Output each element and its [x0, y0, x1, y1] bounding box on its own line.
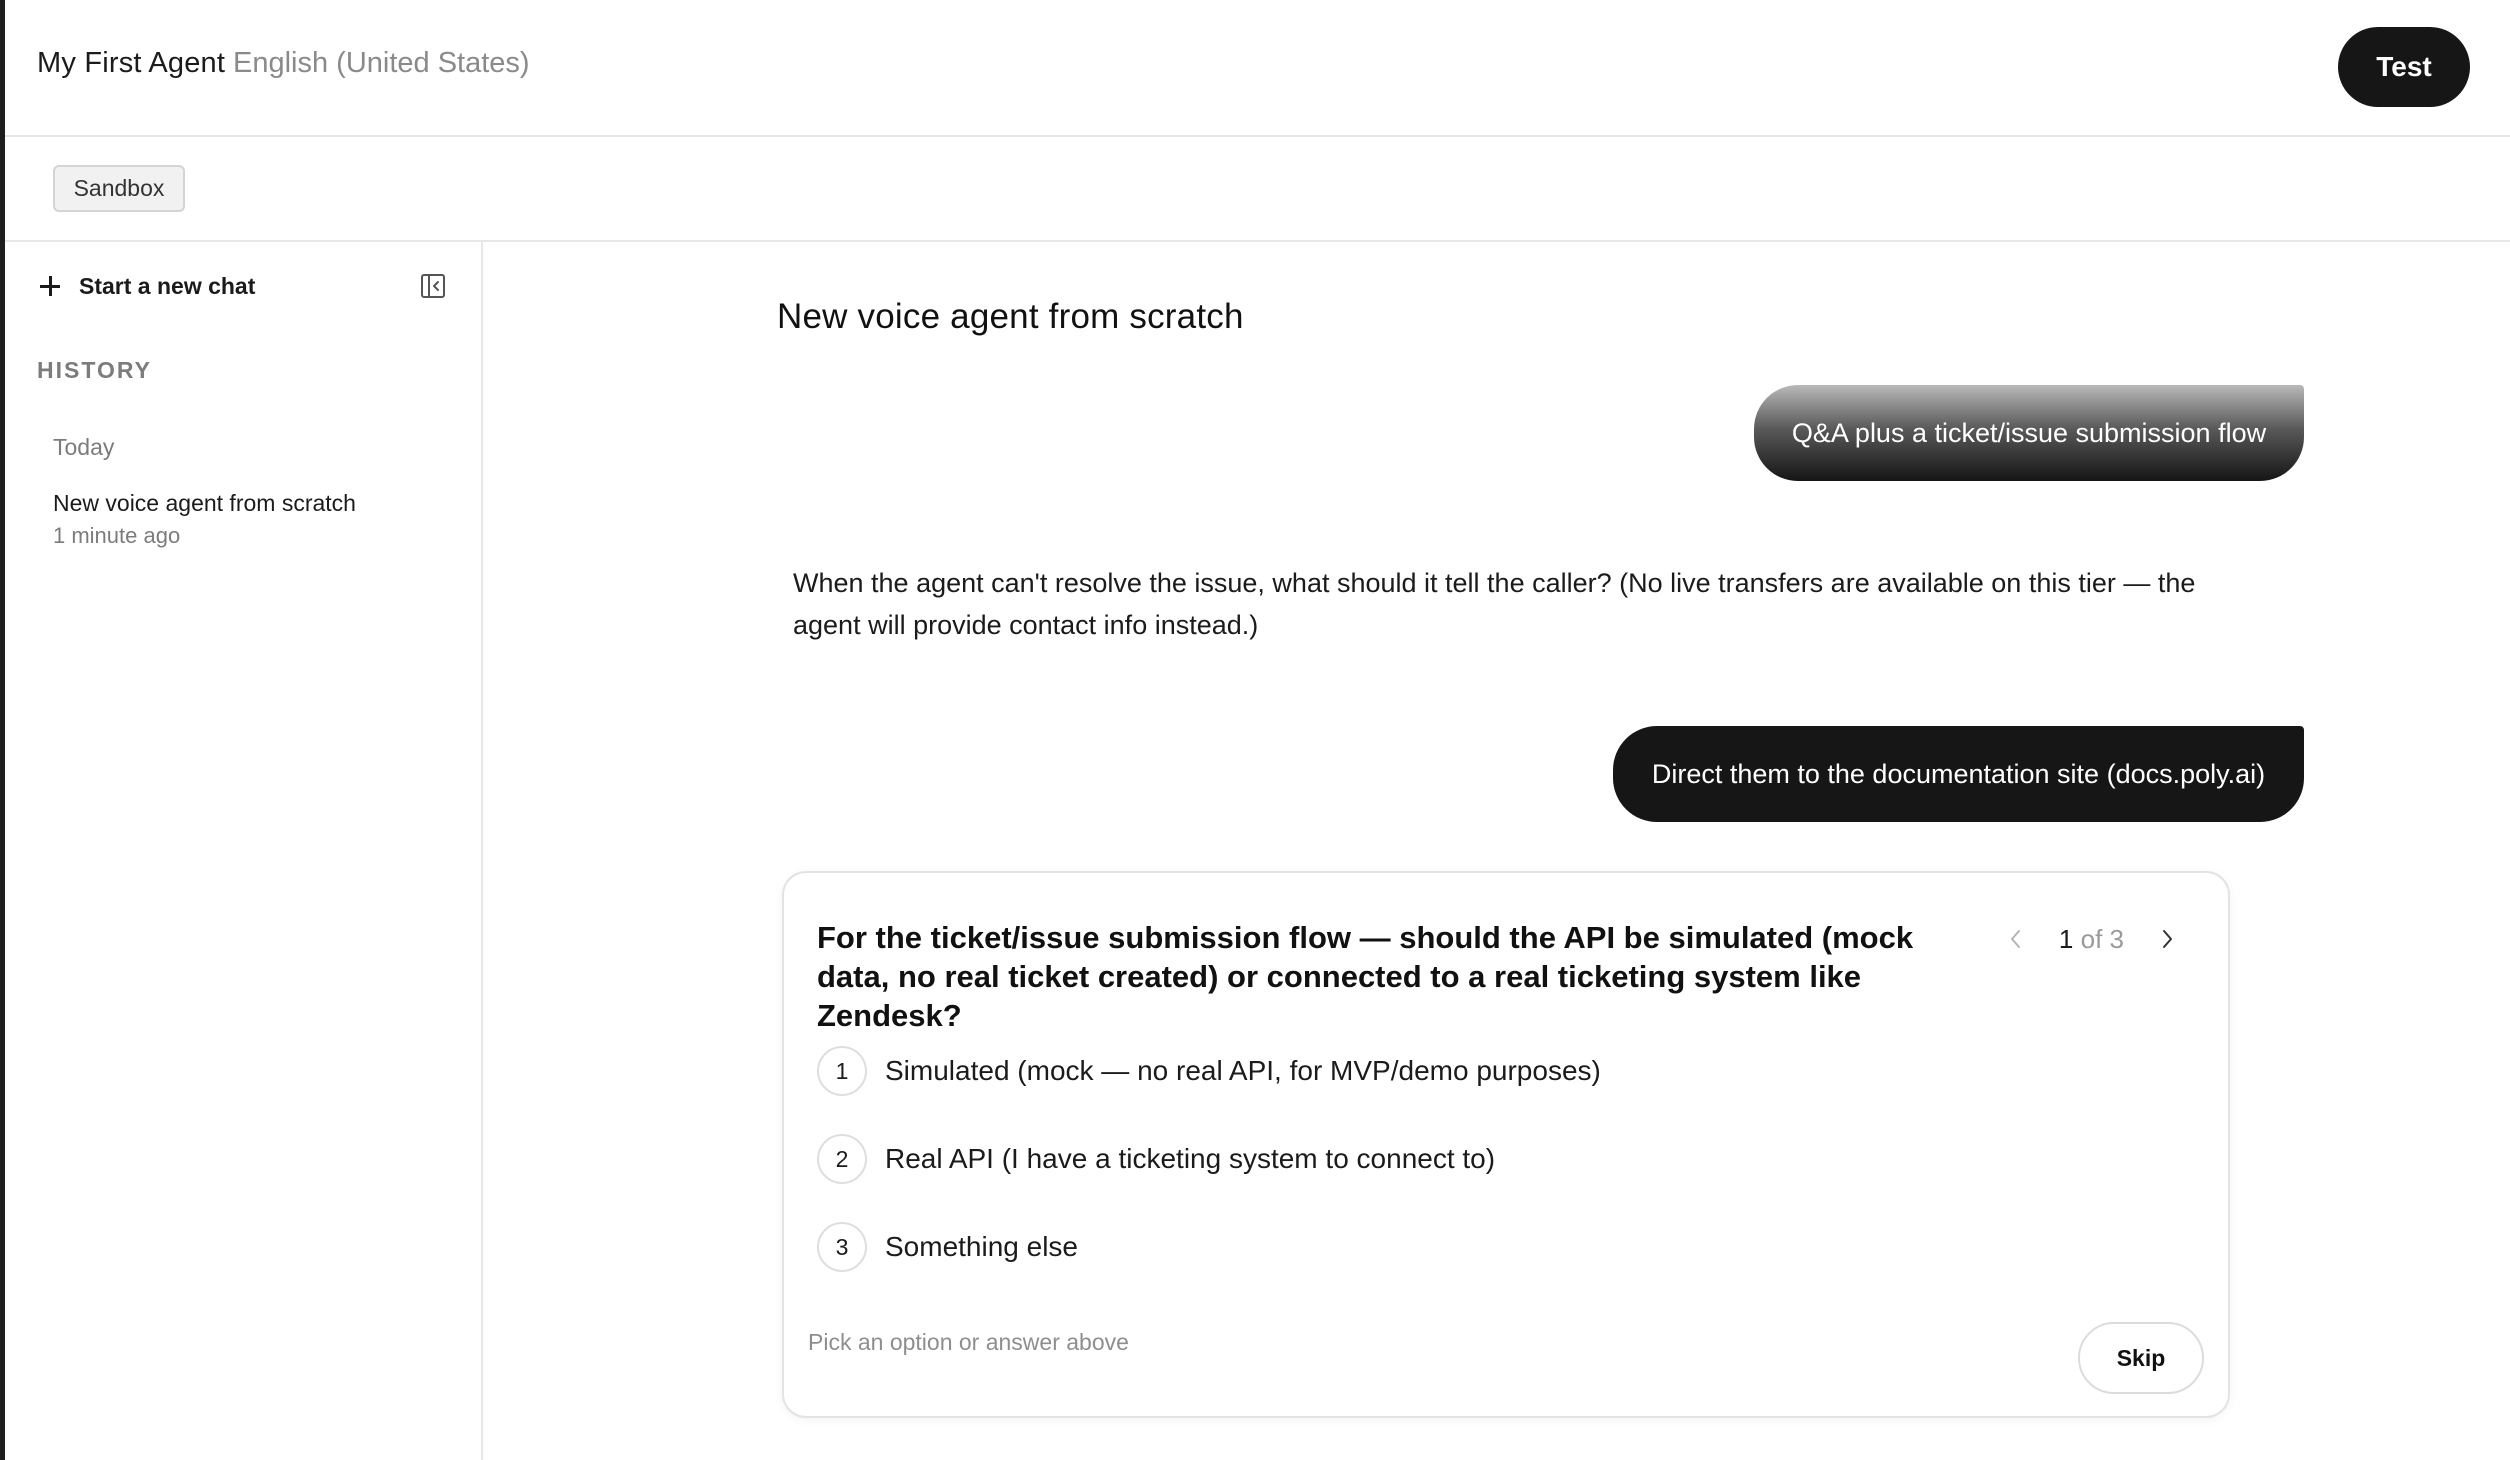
history-heading: HISTORY: [37, 357, 152, 383]
assistant-message: When the agent can't resolve the issue, …: [793, 568, 2196, 640]
agent-name: My First Agent: [37, 47, 226, 79]
answer-option-3[interactable]: 3 Something else: [817, 1221, 1601, 1273]
history-item[interactable]: New voice agent from scratch 1 minute ag…: [53, 487, 453, 553]
skip-button[interactable]: Skip: [2078, 1322, 2204, 1394]
test-button[interactable]: Test: [2338, 27, 2470, 107]
app-window: My First Agent English (United States) T…: [0, 0, 2510, 1460]
answer-options: 1 Simulated (mock — no real API, for MVP…: [817, 1045, 1601, 1309]
question-card: For the ticket/issue submission flow — s…: [782, 871, 2230, 1418]
history-item-title: New voice agent from scratch: [53, 490, 356, 516]
chevron-left-icon: [2010, 930, 2020, 948]
environment-bar: Sandbox: [5, 137, 2510, 242]
sidebar-collapse-icon: [421, 274, 445, 298]
option-number-badge: 3: [817, 1222, 867, 1272]
pager-total: of 3: [2080, 923, 2124, 954]
option-label: Simulated (mock — no real API, for MVP/d…: [885, 1055, 1601, 1086]
question-text: For the ticket/issue submission flow — s…: [817, 920, 1914, 1033]
chevron-right-icon: [2163, 930, 2172, 948]
pager-counter: 1 of 3: [2059, 924, 2124, 955]
answer-input[interactable]: [808, 1317, 2048, 1367]
start-new-chat-button[interactable]: Start a new chat: [39, 266, 255, 306]
option-label: Something else: [885, 1231, 1079, 1262]
agent-language: English (United States): [233, 47, 530, 79]
option-number-badge: 2: [817, 1134, 867, 1184]
top-header: My First Agent English (United States) T…: [5, 0, 2510, 137]
option-number-badge: 1: [817, 1046, 867, 1096]
sidebar: Start a new chat HISTORY Today New voice…: [5, 242, 483, 1460]
user-message-bubble: Q&A plus a ticket/issue submission flow: [1754, 385, 2304, 481]
chat-panel: New voice agent from scratch Q&A plus a …: [485, 242, 2510, 1460]
history-group-today: Today: [53, 434, 115, 460]
option-label: Real API (I have a ticketing system to c…: [885, 1143, 1496, 1174]
environment-badge[interactable]: Sandbox: [53, 165, 185, 212]
collapse-sidebar-button[interactable]: [413, 266, 453, 306]
answer-option-2[interactable]: 2 Real API (I have a ticketing system to…: [817, 1133, 1601, 1185]
start-new-chat-label: Start a new chat: [79, 272, 256, 299]
pager-current: 1: [2058, 923, 2074, 954]
plus-icon: [39, 275, 61, 297]
chat-title: New voice agent from scratch: [777, 297, 1244, 336]
history-item-timestamp: 1 minute ago: [53, 523, 181, 548]
previous-question-button[interactable]: [1999, 922, 2033, 956]
next-question-button[interactable]: [2150, 922, 2184, 956]
user-message-bubble: Direct them to the documentation site (d…: [1613, 726, 2304, 822]
answer-option-1[interactable]: 1 Simulated (mock — no real API, for MVP…: [817, 1045, 1601, 1097]
question-pager: 1 of 3: [1999, 921, 2184, 957]
